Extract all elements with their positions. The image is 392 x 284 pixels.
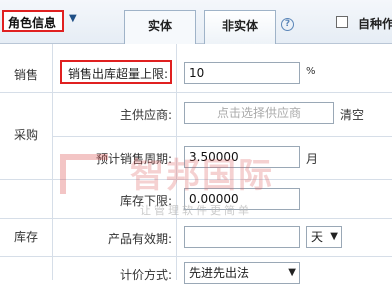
shelf-life-label: 产品有效期: — [107, 232, 172, 246]
role-selector[interactable]: 角色信息 — [2, 10, 64, 32]
column-divider — [52, 44, 53, 280]
forecast-period-value: 3.50000 — [189, 150, 239, 164]
caret-down-icon[interactable]: ▼ — [69, 13, 77, 24]
self-made-checkbox[interactable] — [336, 16, 348, 28]
tab-non-physical-label: 非实体 — [221, 19, 258, 33]
month-unit: 月 — [306, 152, 319, 166]
chevron-down-icon: ▼ — [288, 267, 296, 278]
row-divider — [0, 256, 392, 257]
forecast-period-label: 预计销售周期: — [95, 152, 172, 166]
costing-method-value: 先进先出法 — [189, 266, 250, 280]
shelf-life-input[interactable] — [184, 226, 300, 248]
row-divider — [0, 92, 392, 93]
section-purchase: 采购 — [13, 128, 38, 142]
clear-supplier-link[interactable]: 清空 — [340, 106, 364, 123]
percent-unit: % — [306, 66, 316, 77]
top-bar: 角色信息 ▼ 实体 非实体 ? 自种作 — [0, 0, 392, 44]
main-supplier-input[interactable]: 点击选择供应商 — [184, 102, 334, 124]
main-supplier-placeholder: 点击选择供应商 — [216, 106, 301, 120]
costing-method-label: 计价方式: — [119, 268, 172, 282]
stock-lower-limit-label: 库存下限: — [119, 194, 172, 208]
section-inventory: 库存 — [13, 230, 38, 244]
self-made-checkbox-label: 自种作 — [358, 17, 392, 31]
column-divider — [176, 44, 177, 280]
help-icon[interactable]: ? — [281, 18, 294, 31]
forecast-period-input[interactable]: 3.50000 — [184, 146, 300, 168]
row-divider — [0, 218, 392, 219]
role-selector-label: 角色信息 — [8, 16, 57, 30]
main-supplier-label: 主供应商: — [119, 108, 172, 122]
tab-physical-label: 实体 — [147, 19, 172, 33]
stock-lower-limit-value: 0.00000 — [189, 192, 239, 206]
form-grid: 销售 销售出库超量上限: 10 % 采购 主供应商: 点击选择供应商 清空 预计… — [0, 44, 392, 284]
shelf-life-unit-select[interactable]: 天 ▼ — [306, 226, 342, 248]
row-divider — [0, 179, 392, 180]
outbound-over-limit-value: 10 — [189, 66, 205, 80]
outbound-over-limit-input[interactable]: 10 — [184, 62, 300, 84]
section-sales: 销售 — [13, 68, 38, 82]
stock-lower-limit-input[interactable]: 0.00000 — [184, 188, 300, 210]
tab-non-physical[interactable]: 非实体 — [204, 10, 276, 44]
outbound-over-limit-label-box: 销售出库超量上限: — [60, 60, 172, 84]
chevron-down-icon: ▼ — [330, 231, 338, 242]
shelf-life-unit-value: 天 — [311, 230, 324, 244]
row-divider — [52, 136, 392, 137]
tab-physical[interactable]: 实体 — [124, 10, 196, 44]
costing-method-select[interactable]: 先进先出法 ▼ — [184, 262, 300, 284]
outbound-over-limit-label: 销售出库超量上限: — [67, 67, 168, 81]
